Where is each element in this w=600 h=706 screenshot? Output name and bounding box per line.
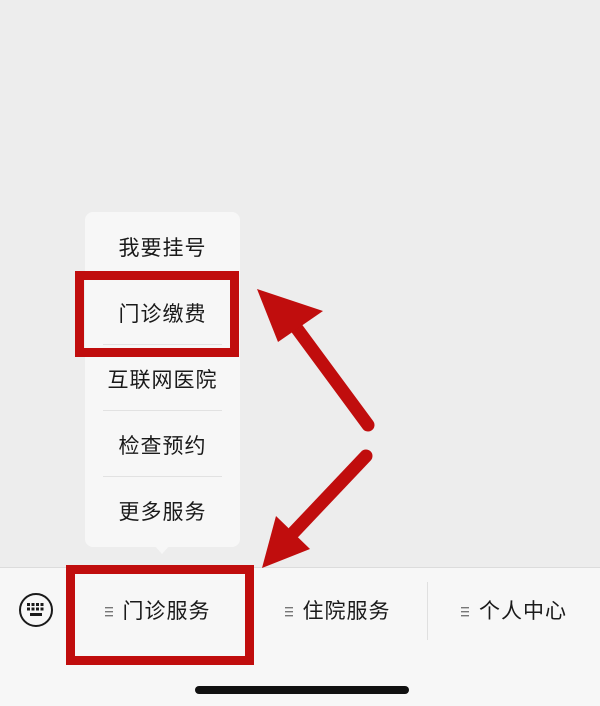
submenu-divider: [103, 476, 222, 477]
tab-inpatient-services[interactable]: 住院服务: [250, 568, 425, 654]
submenu-item-internet-hospital[interactable]: 互联网医院: [85, 350, 240, 410]
highlight-box-payment: [75, 271, 239, 357]
keyboard-icon[interactable]: [18, 592, 54, 628]
tab-personal-center[interactable]: 个人中心: [428, 568, 600, 654]
submenu-item-register[interactable]: 我要挂号: [85, 218, 240, 278]
highlight-box-outpatient: [66, 565, 254, 665]
tab-label: 个人中心: [479, 599, 567, 623]
submenu-popup: 我要挂号 门诊缴费 互联网医院 检查预约 更多服务: [85, 212, 240, 547]
tab-label: 住院服务: [302, 599, 391, 623]
submenu-item-exam-booking[interactable]: 检查预约: [85, 416, 240, 476]
submenu-divider: [103, 410, 222, 411]
popup-pointer: [154, 545, 170, 554]
submenu-item-more-services[interactable]: 更多服务: [85, 482, 240, 542]
menu-lines-icon: [461, 567, 469, 653]
menu-lines-icon: [284, 567, 293, 653]
home-indicator[interactable]: [195, 686, 409, 694]
